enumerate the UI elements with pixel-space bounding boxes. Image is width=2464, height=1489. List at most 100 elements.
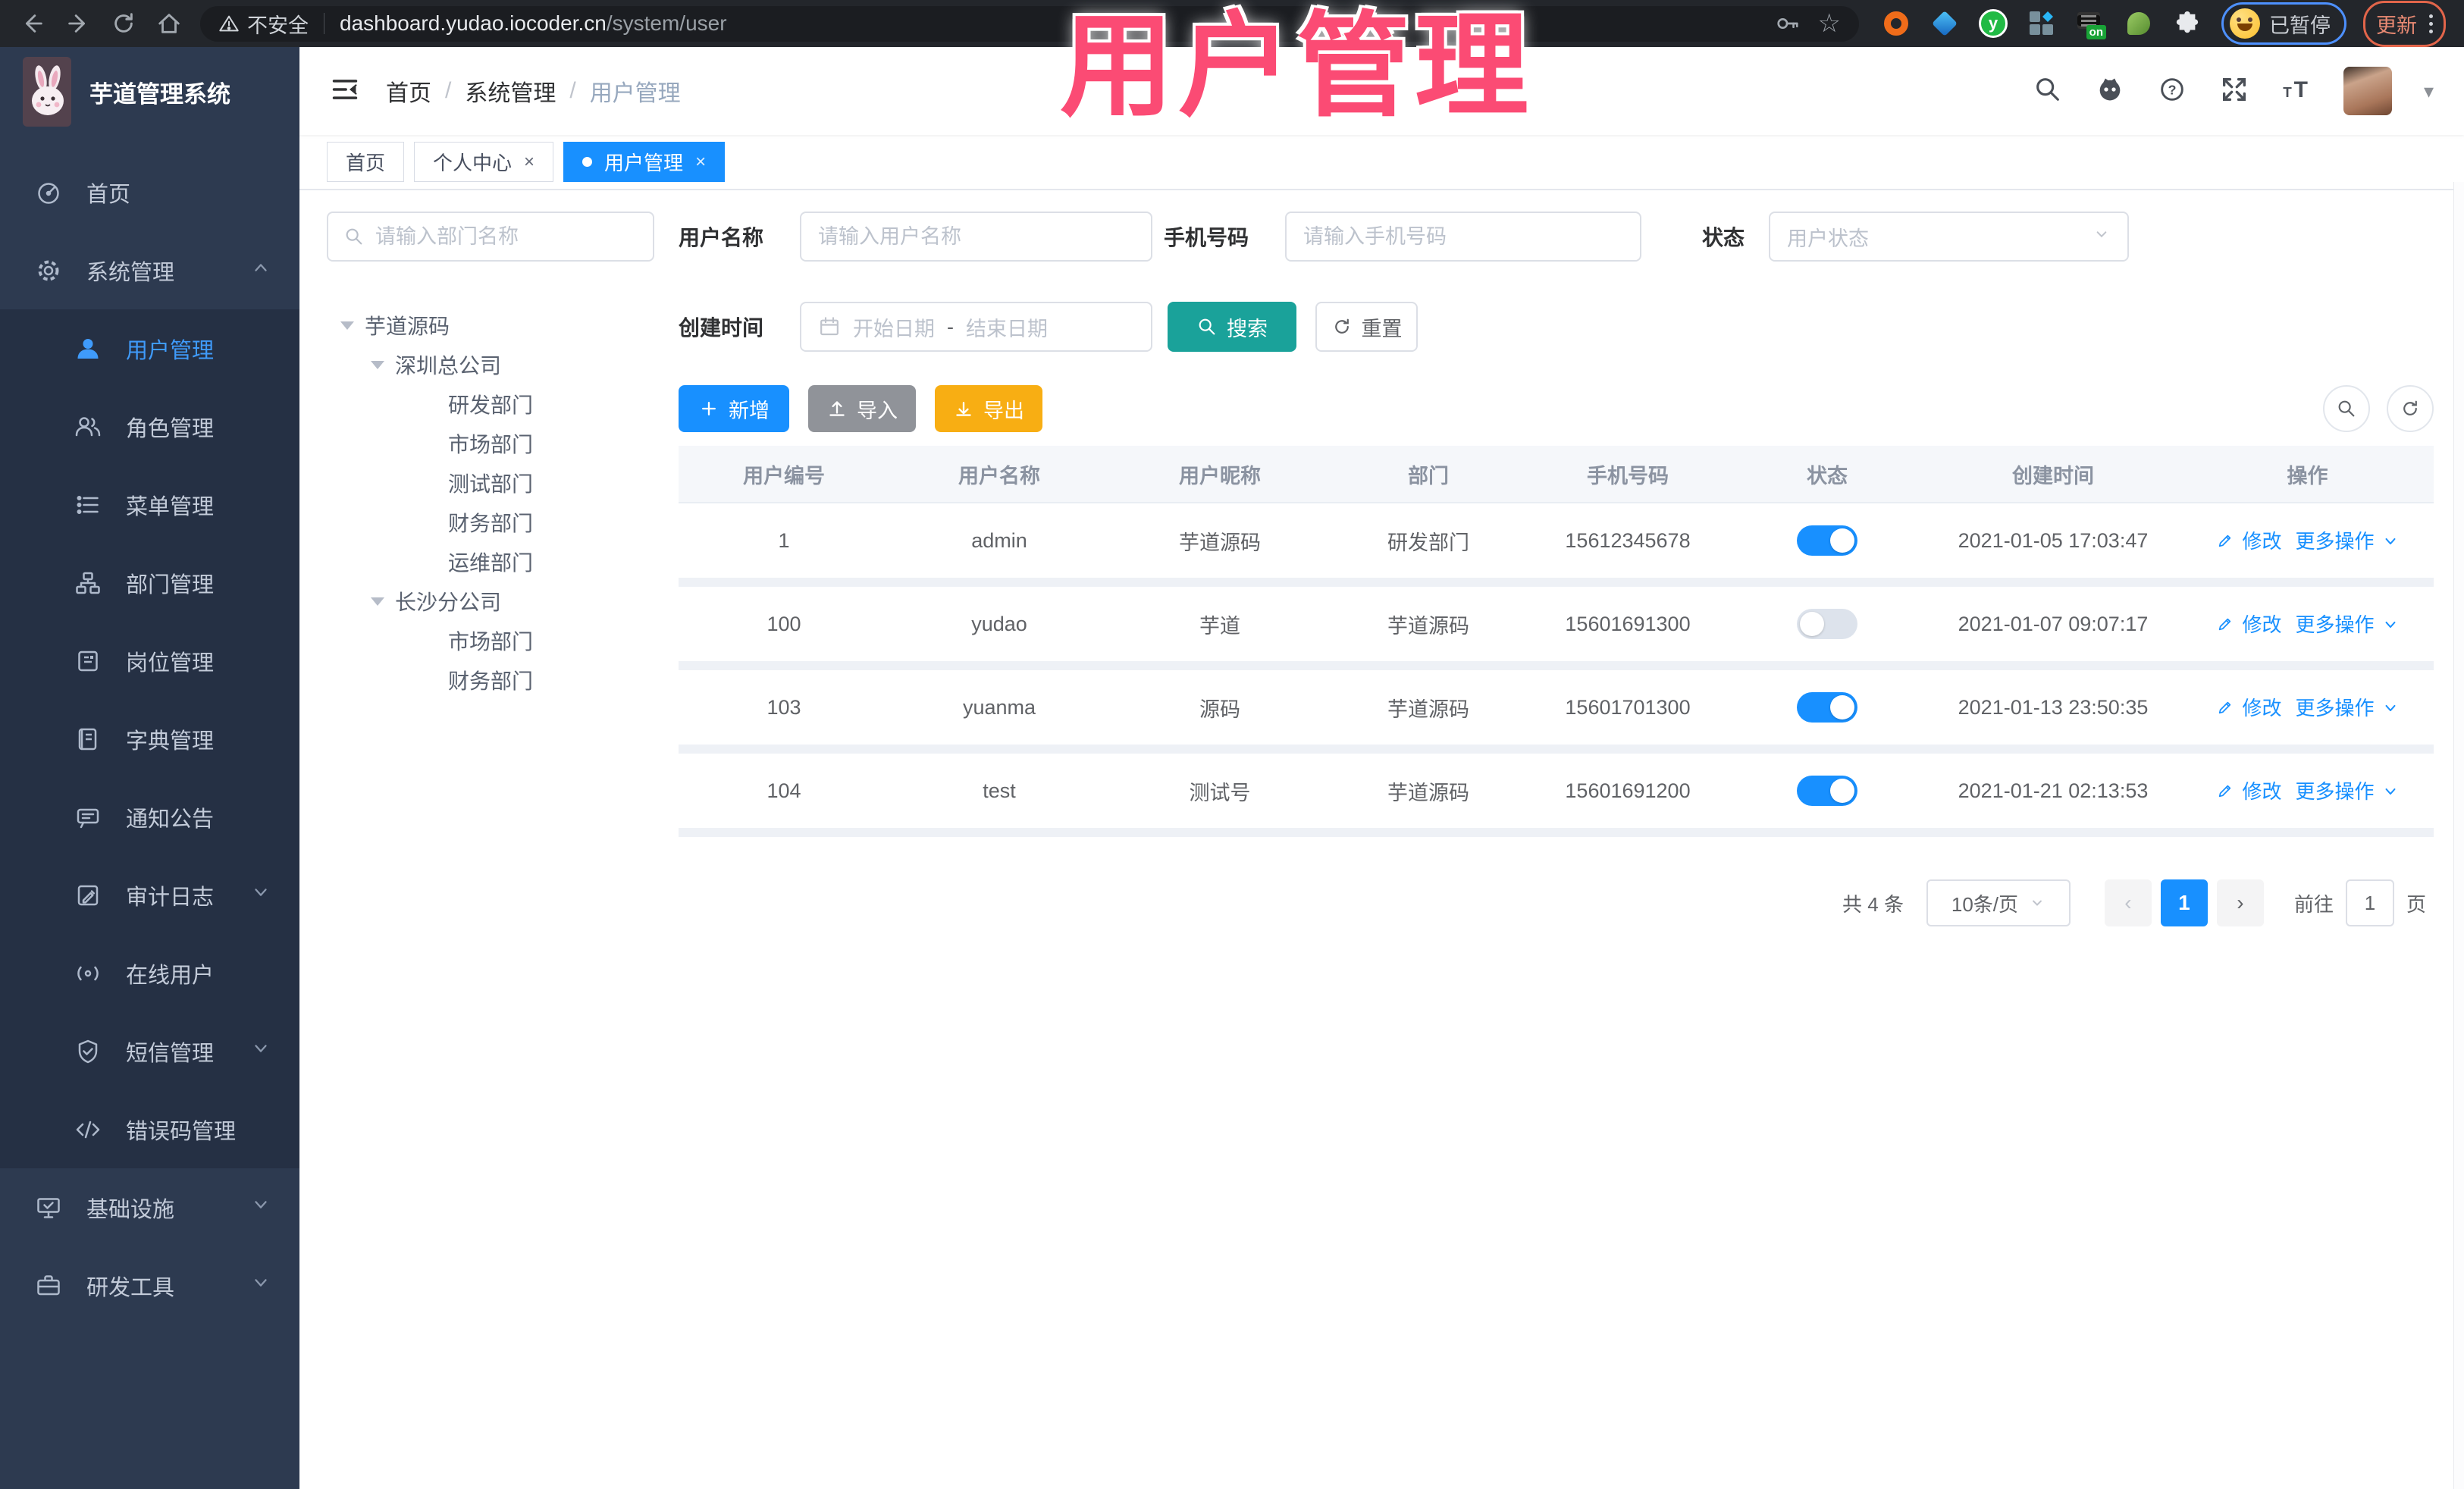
date-range-picker[interactable]: 开始日期 - 结束日期 (800, 302, 1152, 352)
sidebar-item-0[interactable]: 首页 (0, 153, 299, 231)
browser-back-icon[interactable] (12, 5, 53, 42)
tree-node-3[interactable]: 市场部门 (327, 424, 654, 463)
tree-node-5[interactable]: 财务部门 (327, 503, 654, 542)
edit-link[interactable]: 修改 (2242, 776, 2281, 804)
ext-orange-icon[interactable] (1880, 8, 1912, 39)
breadcrumb-item-1[interactable]: 系统管理 (465, 74, 556, 108)
import-button[interactable]: 导入 (808, 385, 916, 432)
ext-green-y-icon[interactable]: y (1977, 8, 2009, 39)
more-actions-link[interactable]: 更多操作 (2296, 776, 2375, 804)
edit-link[interactable]: 修改 (2242, 526, 2281, 554)
tree-node-0[interactable]: 芋道源码 (327, 306, 654, 345)
tree-node-8[interactable]: 市场部门 (327, 621, 654, 660)
username-input[interactable] (818, 224, 1134, 249)
more-actions-link[interactable]: 更多操作 (2296, 693, 2375, 721)
search-button[interactable]: 搜索 (1168, 302, 1296, 352)
sidebar-item-label: 基础设施 (86, 1197, 175, 1222)
tree-node-7[interactable]: 长沙分公司 (327, 581, 654, 621)
sidebar-item-9[interactable]: 审计日志 (0, 856, 299, 934)
cell-user-id: 100 (766, 612, 801, 635)
breadcrumb-item-2[interactable]: 用户管理 (590, 74, 681, 108)
address-bar[interactable]: 不安全 dashboard.yudao.iocoder.cn/system/us… (200, 5, 1859, 42)
sidebar-item-2[interactable]: 用户管理 (0, 309, 299, 387)
sidebar-item-14[interactable]: 研发工具 (0, 1246, 299, 1324)
breadcrumb-item-0[interactable]: 首页 (386, 74, 431, 108)
sidebar-menu: 首页 系统管理 用户管理 角色管理 菜单管理 部门管理 岗位管理 字典管理通知公告审计日志 在线… (0, 136, 299, 1324)
user-avatar[interactable] (2343, 67, 2392, 115)
error-code-icon (74, 1116, 102, 1143)
tab-2[interactable]: 用户管理 × (563, 142, 726, 182)
github-icon[interactable] (2095, 74, 2125, 108)
mobile-input[interactable] (1303, 224, 1623, 249)
status-toggle[interactable] (1797, 525, 1857, 556)
sidebar-fold-icon[interactable] (330, 74, 360, 108)
tree-node-1[interactable]: 深圳总公司 (327, 345, 654, 384)
page-scrollbar[interactable] (2453, 182, 2464, 1489)
tab-close-icon[interactable]: × (524, 152, 534, 173)
add-button[interactable]: 新增 (679, 385, 789, 432)
tab-close-icon[interactable]: × (695, 152, 706, 173)
sidebar-item-11[interactable]: 短信管理 (0, 1012, 299, 1090)
browser-forward-icon[interactable] (58, 5, 99, 42)
browser-update-button[interactable]: 更新 (2363, 0, 2446, 47)
header-search-icon[interactable] (2033, 74, 2063, 108)
tree-expand-icon[interactable] (340, 321, 354, 330)
next-page-button[interactable]: › (2216, 879, 2264, 926)
current-page-button[interactable]: 1 (2160, 879, 2208, 926)
tree-node-6[interactable]: 运维部门 (327, 542, 654, 581)
puzzle-extensions-icon[interactable] (2171, 8, 2203, 39)
security-chip[interactable]: 不安全 (218, 9, 309, 39)
refresh-table-button[interactable] (2387, 385, 2434, 432)
page-size-select[interactable]: 10条/页 (1926, 879, 2071, 926)
sidebar-item-1[interactable]: 系统管理 (0, 231, 299, 309)
dept-search-input[interactable] (375, 224, 638, 249)
tree-expand-icon[interactable] (371, 360, 384, 369)
edit-link[interactable]: 修改 (2242, 693, 2281, 721)
sidebar-item-13[interactable]: 基础设施 (0, 1168, 299, 1246)
sidebar-item-12[interactable]: 错误码管理 (0, 1090, 299, 1168)
prev-page-button[interactable]: ‹ (2104, 879, 2152, 926)
font-size-icon[interactable]: TT (2281, 74, 2312, 108)
fullscreen-icon[interactable] (2219, 74, 2249, 108)
more-actions-link[interactable]: 更多操作 (2296, 526, 2375, 554)
goto-page-input[interactable] (2345, 879, 2394, 926)
sidebar-item-5[interactable]: 部门管理 (0, 544, 299, 622)
reset-button[interactable]: 重置 (1315, 302, 1418, 352)
pencil-icon (2216, 698, 2234, 716)
ext-on-badge-icon[interactable]: on (2074, 8, 2106, 39)
status-select[interactable]: 用户状态 (1769, 212, 2129, 262)
status-toggle[interactable] (1797, 692, 1857, 723)
more-actions-link[interactable]: 更多操作 (2296, 610, 2375, 638)
status-toggle[interactable] (1797, 776, 1857, 806)
bookmark-star-icon[interactable]: ☆ (1818, 11, 1841, 36)
browser-reload-icon[interactable] (103, 5, 144, 42)
help-icon[interactable]: ? (2157, 74, 2187, 108)
tab-1[interactable]: 个人中心 × (414, 142, 554, 182)
ext-blue-diamond-icon[interactable] (1929, 8, 1961, 39)
tree-node-2[interactable]: 研发部门 (327, 384, 654, 424)
profile-paused-badge[interactable]: 已暂停 (2221, 2, 2346, 45)
dashboard-icon (35, 179, 62, 206)
export-button[interactable]: 导出 (935, 385, 1042, 432)
tree-expand-icon[interactable] (371, 597, 384, 606)
ext-blue-grid-icon[interactable] (2026, 8, 2058, 39)
sidebar-item-3[interactable]: 角色管理 (0, 387, 299, 466)
sidebar-item-8[interactable]: 通知公告 (0, 778, 299, 856)
avatar-caret-down-icon[interactable]: ▾ (2424, 80, 2434, 103)
browser-menu-icon[interactable] (2429, 14, 2433, 33)
edit-link[interactable]: 修改 (2242, 610, 2281, 638)
toggle-search-button[interactable] (2323, 385, 2370, 432)
sidebar-item-4[interactable]: 菜单管理 (0, 466, 299, 544)
status-toggle[interactable] (1797, 609, 1857, 639)
sidebar-item-10[interactable]: 在线用户 (0, 934, 299, 1012)
password-key-icon[interactable] (1773, 5, 1803, 42)
ext-green-sprout-icon[interactable] (2123, 8, 2155, 39)
browser-home-icon[interactable] (149, 5, 190, 42)
tree-node-9[interactable]: 财务部门 (327, 660, 654, 700)
sidebar-item-label: 通知公告 (126, 807, 215, 832)
sidebar-item-7[interactable]: 字典管理 (0, 700, 299, 778)
app-logo[interactable]: 芋道管理系统 (0, 47, 299, 136)
tab-0[interactable]: 首页 (327, 142, 405, 182)
tree-node-4[interactable]: 测试部门 (327, 463, 654, 503)
sidebar-item-6[interactable]: 岗位管理 (0, 622, 299, 700)
